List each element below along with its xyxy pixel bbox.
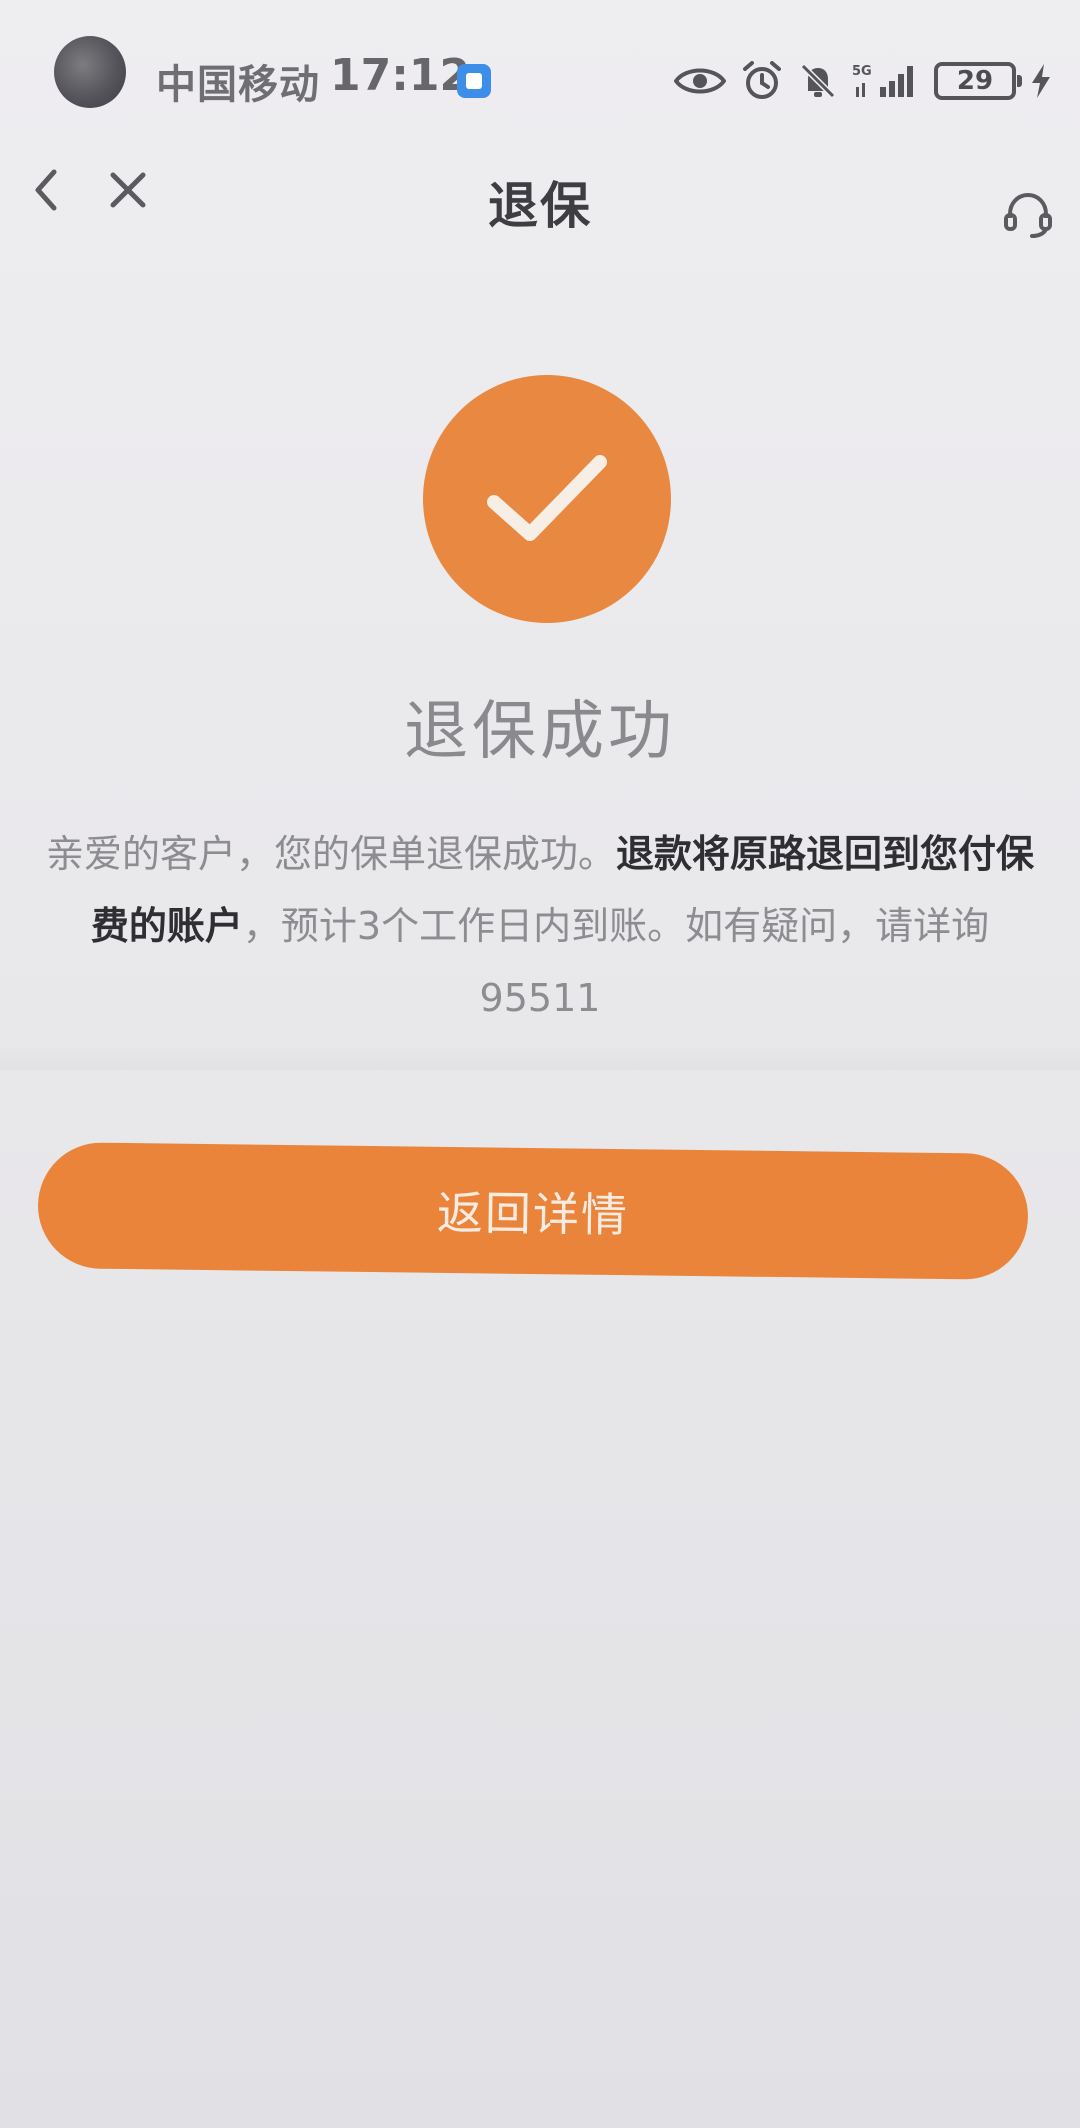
signal-5g-icon: 5G (852, 64, 913, 97)
bell-mute-icon (800, 63, 836, 99)
customer-service-button[interactable] (994, 180, 1062, 248)
app-notification-icon (457, 64, 491, 98)
charging-bolt-icon (1032, 64, 1050, 98)
checkmark-icon (487, 455, 607, 541)
nav-bar: 退保 (0, 150, 1080, 260)
carrier-name: 中国移动 (156, 62, 320, 108)
status-time: 17:12 (330, 50, 471, 101)
return-details-button[interactable]: 返回详情 (37, 1141, 1029, 1281)
status-bar: 中国移动 17:12 5G 29 (0, 0, 1080, 150)
page-title: 退保 (488, 177, 592, 235)
desc-text-2: ，预计3个工作日内到账。如有疑问，请详询95511 (242, 904, 990, 1020)
result-description: 亲爱的客户，您的保单退保成功。退款将原路退回到您付保费的账户，预计3个工作日内到… (38, 818, 1042, 1034)
svg-text:5G: 5G (852, 64, 872, 79)
eye-icon (674, 68, 726, 94)
battery-indicator: 29 (934, 62, 1022, 100)
alarm-icon (743, 61, 781, 99)
screen: 中国移动 17:12 5G 29 退保 退保成功 亲爱的客户，您的保单退保成功。… (0, 0, 1080, 2128)
headset-icon (1004, 192, 1052, 238)
desc-text-1: 亲爱的客户，您的保单退保成功。 (45, 832, 616, 876)
front-camera (54, 36, 126, 108)
success-badge (423, 375, 671, 623)
status-icons: 5G 29 (674, 56, 1052, 106)
result-title: 退保成功 (404, 695, 676, 769)
section-divider (0, 1048, 1080, 1070)
battery-level: 29 (956, 66, 994, 96)
